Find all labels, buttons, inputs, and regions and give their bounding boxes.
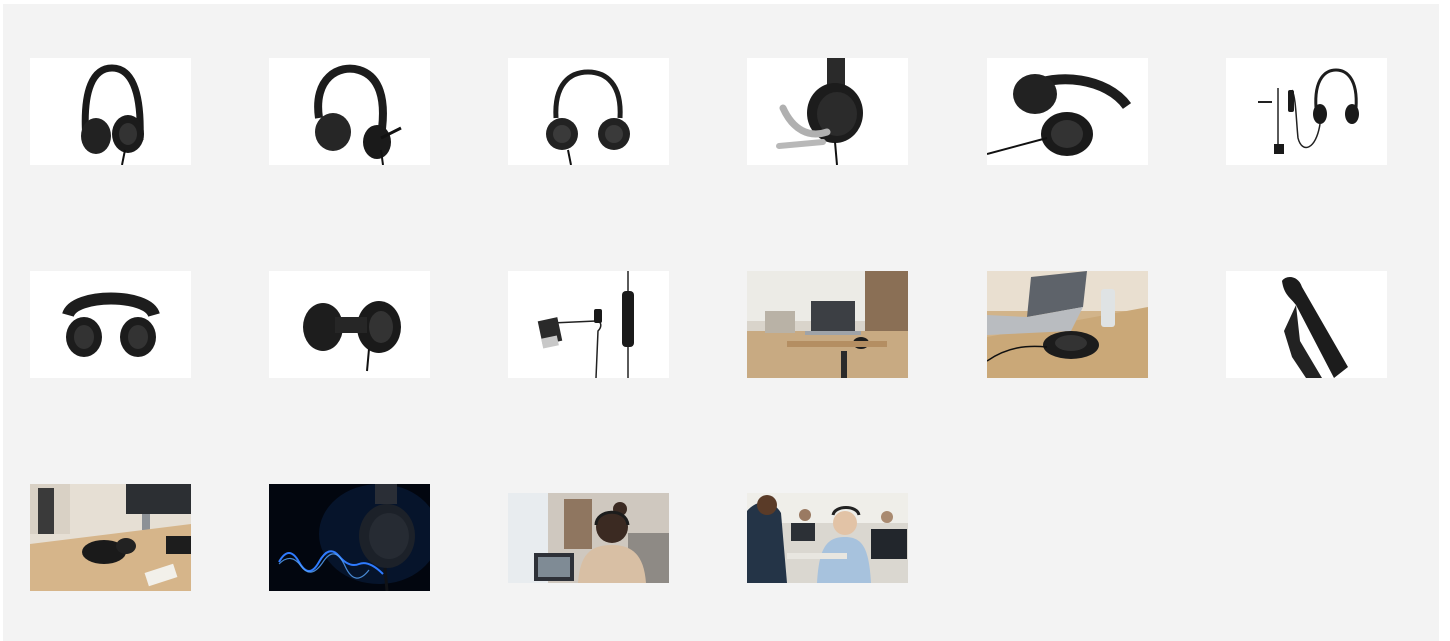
thumbnail-headset-lying-cable[interactable] [987, 58, 1148, 165]
lifestyle-photo [747, 271, 908, 378]
image-gallery [3, 4, 1439, 641]
thumbnail-headset-audio-wave[interactable] [269, 484, 430, 591]
headset-image [1282, 277, 1348, 378]
lifestyle-photo [269, 484, 430, 591]
thumbnail-headband-detail[interactable] [1226, 271, 1387, 378]
thumbnail-headset-front-angle[interactable] [30, 58, 191, 165]
thumbnail-desk-monitor-headset[interactable] [30, 484, 191, 591]
headset-image [81, 64, 144, 165]
thumbnail-woman-video-call[interactable] [508, 493, 669, 583]
thumbnail-headset-side-mic[interactable] [269, 58, 430, 165]
lifestyle-photo [987, 271, 1148, 378]
thumbnail-desk-laptop-headset-bottle[interactable] [987, 271, 1148, 378]
thumbnail-headset-front-flat[interactable] [508, 58, 669, 165]
thumbnail-office-desk-laptop[interactable] [747, 271, 908, 378]
thumbnail-headset-folded[interactable] [269, 271, 430, 378]
headset-image [62, 292, 160, 357]
headset-image [546, 69, 630, 165]
thumbnail-usb-inline-control[interactable] [508, 271, 669, 378]
headset-image [987, 74, 1132, 156]
lifestyle-photo [508, 493, 669, 583]
thumbnail-headset-earcup-mic-closeup[interactable] [747, 58, 908, 165]
thumbnail-call-center-team[interactable] [747, 493, 908, 583]
lifestyle-photo [30, 484, 191, 591]
headset-image [776, 58, 863, 165]
headset-image [1258, 68, 1359, 154]
headset-image [303, 301, 401, 372]
thumbnail-headset-top-view[interactable] [30, 271, 191, 378]
headset-image [314, 64, 402, 165]
thumbnail-headset-full-cable-usb[interactable] [1226, 58, 1387, 165]
lifestyle-photo [747, 493, 908, 583]
cable-image [537, 271, 634, 378]
